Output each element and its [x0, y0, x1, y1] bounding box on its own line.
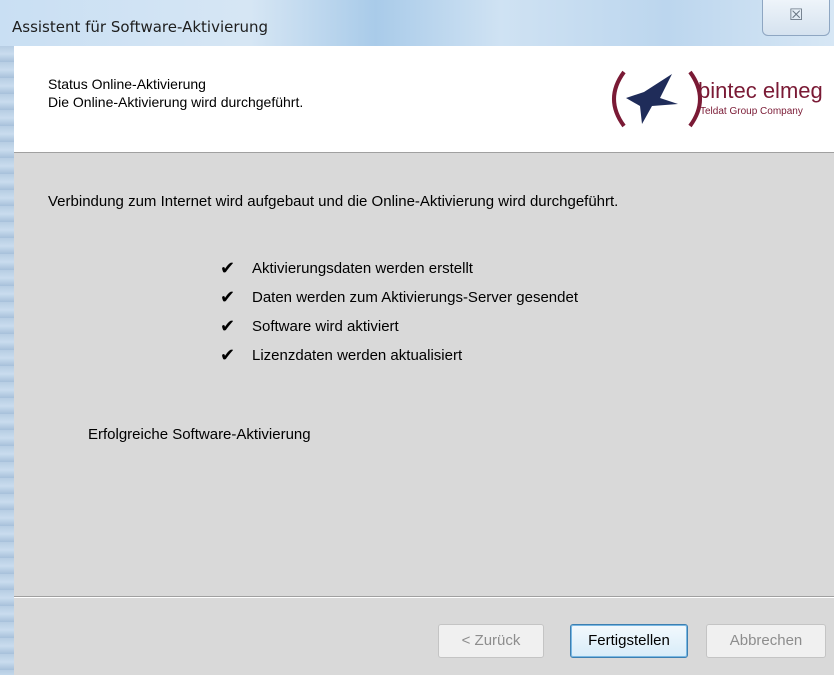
wizard-dialog: Status Online-Aktivierung Die Online-Akt…: [14, 46, 834, 675]
checkmark-icon: ✔: [220, 287, 236, 308]
checkmark-icon: ✔: [220, 316, 236, 337]
step-label: Aktivierungsdaten werden erstellt: [252, 260, 473, 277]
logo-left-bracket: [612, 70, 626, 128]
logo-brand: bintec elmeg: [698, 78, 822, 103]
intro-text: Verbindung zum Internet wird aufgebaut u…: [48, 193, 619, 210]
result-message: Erfolgreiche Software-Aktivierung: [88, 426, 311, 443]
back-button[interactable]: < Zurück: [438, 624, 544, 658]
logo-tagline: Teldat Group Company: [700, 106, 803, 117]
step-label: Software wird aktiviert: [252, 318, 399, 335]
window-title: Assistent für Software-Aktivierung: [12, 18, 269, 36]
bird-icon: [626, 74, 678, 124]
wizard-header: Status Online-Aktivierung Die Online-Akt…: [14, 46, 834, 153]
page-subtitle: Die Online-Aktivierung wird durchgeführt…: [48, 94, 304, 110]
footer-divider: [14, 596, 834, 598]
bintec-elmeg-logo: bintec elmeg Teldat Group Company: [612, 70, 822, 128]
close-icon: ☒: [789, 5, 804, 24]
title-bar: Assistent für Software-Aktivierung ☒: [0, 0, 834, 46]
close-button[interactable]: ☒: [762, 0, 830, 36]
step-label: Lizenzdaten werden aktualisiert: [252, 347, 463, 364]
step-label: Daten werden zum Aktivierungs-Server ges…: [252, 289, 579, 306]
checkmark-icon: ✔: [220, 345, 236, 366]
page-title: Status Online-Aktivierung: [48, 76, 206, 92]
finish-button[interactable]: Fertigstellen: [570, 624, 688, 658]
window-frame: [0, 46, 14, 675]
checkmark-icon: ✔: [220, 258, 236, 279]
cancel-button[interactable]: Abbrechen: [706, 624, 826, 658]
